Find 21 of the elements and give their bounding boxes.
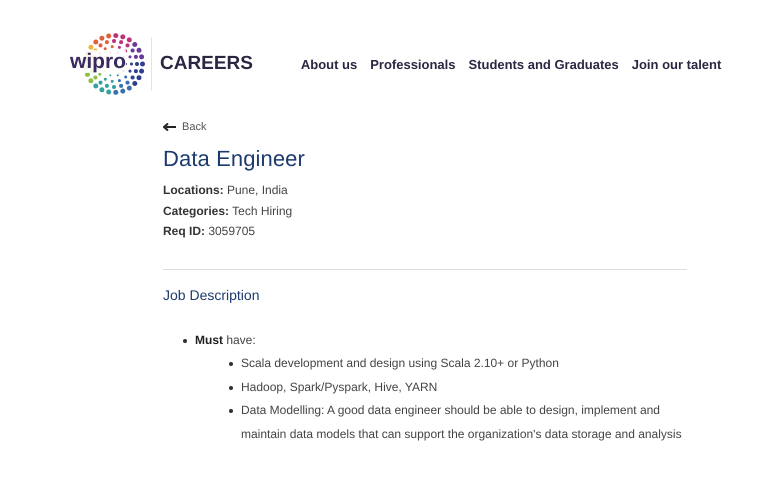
list-text: Hadoop, Spark/Pyspark, Hive, YARN [241, 378, 438, 396]
list-text: Must have: [195, 332, 257, 348]
bullet-icon [229, 409, 233, 413]
back-link[interactable]: Back [163, 121, 206, 133]
bullet-icon [229, 386, 233, 390]
bullet-icon [229, 362, 233, 366]
nav-link[interactable]: Join our talent [632, 56, 722, 72]
meta-line: Locations: Pune, India [163, 182, 289, 199]
job-title: Data Engineer [163, 146, 306, 172]
list-text: Data Modelling: A good data engineer should be able to design, implement and maintain data models that can support the organization's data storage and analysis [241, 402, 683, 442]
nav-link[interactable]: Students and Graduates [468, 56, 619, 72]
site-title: CAREERS [160, 53, 253, 75]
bullet-icon [183, 338, 187, 342]
list-text: Scala development and design using Scala 2.10+ or Python [241, 355, 559, 372]
nav-link[interactable]: Professionals [370, 56, 456, 72]
meta-line: Req ID: 3059705 [163, 223, 256, 240]
section-heading: Job Description [163, 286, 260, 302]
meta-line: Categories: Tech Hiring [163, 202, 294, 220]
logo-text: wipro [70, 50, 126, 73]
nav-link[interactable]: About us [300, 56, 358, 72]
back-arrow-icon [163, 123, 176, 131]
